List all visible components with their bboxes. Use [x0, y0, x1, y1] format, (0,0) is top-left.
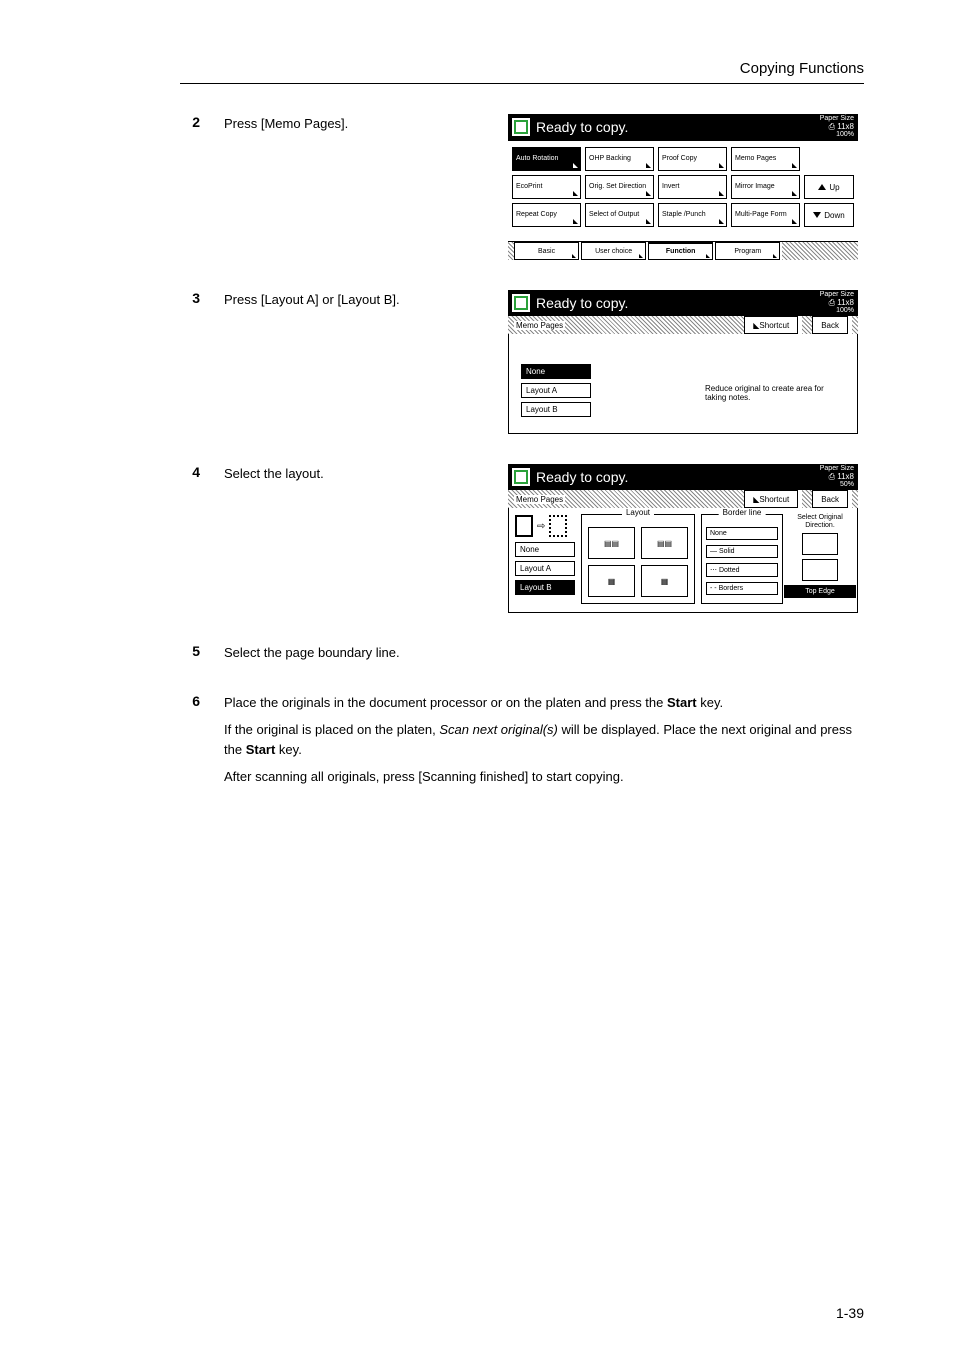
- lcd-screen-2: Ready to copy. Paper Size ⎙ 11x8 100% Me…: [508, 290, 858, 434]
- paper-icon: ⎙: [829, 472, 838, 481]
- top-edge-button[interactable]: Top Edge: [784, 585, 856, 598]
- border-borders[interactable]: - - Borders: [706, 582, 778, 595]
- page-header: Copying Functions: [180, 60, 864, 84]
- triangle-up-icon: [818, 184, 826, 190]
- tab-function[interactable]: Function: [648, 242, 713, 260]
- step-number: 3: [180, 290, 200, 306]
- step-number: 2: [180, 114, 200, 130]
- fn-multi-page-form[interactable]: Multi-Page Form: [731, 203, 800, 227]
- orientation-icon-top: [802, 533, 838, 555]
- border-solid[interactable]: — Solid: [706, 545, 778, 558]
- option-layout-a[interactable]: Layout A: [515, 561, 575, 576]
- step-number: 5: [180, 643, 200, 659]
- copy-icon: [512, 294, 530, 312]
- back-button[interactable]: Back: [812, 316, 848, 334]
- step-text: Place the originals in the document proc…: [224, 693, 864, 787]
- paper-icon: ⎙: [829, 122, 838, 131]
- zoom-value: 50%: [820, 481, 854, 489]
- option-layout-a[interactable]: Layout A: [521, 383, 591, 398]
- border-dotted[interactable]: ⋯ Dotted: [706, 563, 778, 577]
- tab-user-choice[interactable]: User choice: [581, 242, 646, 260]
- orig-direction-hint: Select Original Direction.: [789, 514, 851, 529]
- page-number: 1-39: [836, 1305, 864, 1321]
- option-layout-b[interactable]: Layout B: [521, 402, 591, 417]
- step-number: 4: [180, 464, 200, 480]
- paper-icon: ⎙: [829, 298, 838, 307]
- screen-title: Ready to copy.: [536, 469, 820, 485]
- tab-program[interactable]: Program: [715, 242, 780, 260]
- copy-icon: [512, 468, 530, 486]
- orientation-icon-left: [802, 559, 838, 581]
- zoom-value: 100%: [820, 307, 854, 315]
- lcd-screen-1: Ready to copy. Paper Size ⎙ 11x8 100% Au…: [508, 114, 858, 260]
- breadcrumb: Memo Pages: [508, 316, 744, 334]
- fn-ohp-backing[interactable]: OHP Backing: [585, 147, 654, 171]
- zoom-value: 100%: [820, 131, 854, 139]
- fn-proof-copy[interactable]: Proof Copy: [658, 147, 727, 171]
- border-none[interactable]: None: [706, 527, 778, 540]
- fn-orig-set-direction[interactable]: Orig. Set Direction: [585, 175, 654, 199]
- fn-mirror-image[interactable]: Mirror Image: [731, 175, 800, 199]
- layout-choice-3[interactable]: ▦: [588, 565, 635, 597]
- fn-ecoprint[interactable]: EcoPrint: [512, 175, 581, 199]
- triangle-down-icon: [813, 212, 821, 218]
- shortcut-button[interactable]: ◣ Shortcut: [744, 490, 798, 508]
- paper-size-value: 11x8: [837, 298, 854, 307]
- up-button[interactable]: Up: [804, 175, 854, 199]
- layout-preview: ⇨: [515, 514, 575, 538]
- fn-select-output[interactable]: Select of Output: [585, 203, 654, 227]
- option-none[interactable]: None: [515, 542, 575, 557]
- header-title: Copying Functions: [740, 60, 864, 77]
- paper-size-value: 11x8: [837, 472, 854, 481]
- down-button[interactable]: Down: [804, 203, 854, 227]
- option-none[interactable]: None: [521, 364, 591, 379]
- step-text: Press [Memo Pages].: [224, 114, 484, 134]
- layout-choice-4[interactable]: ▦: [641, 565, 688, 597]
- layout-choice-2[interactable]: ▤▤: [641, 527, 688, 559]
- border-caption: Border line: [719, 508, 766, 517]
- screen-title: Ready to copy.: [536, 119, 820, 135]
- step-text: Select the page boundary line.: [224, 643, 864, 663]
- back-button[interactable]: Back: [812, 490, 848, 508]
- paper-size-value: 11x8: [837, 122, 854, 131]
- step-text: Select the layout.: [224, 464, 484, 484]
- hint-text: Reduce original to create area for takin…: [705, 384, 845, 402]
- screen-title: Ready to copy.: [536, 295, 820, 311]
- copy-icon: [512, 118, 530, 136]
- layout-choice-1[interactable]: ▤▤: [588, 527, 635, 559]
- step-text: Press [Layout A] or [Layout B].: [224, 290, 484, 310]
- tab-basic[interactable]: Basic: [514, 242, 579, 260]
- option-layout-b[interactable]: Layout B: [515, 580, 575, 595]
- fn-repeat-copy[interactable]: Repeat Copy: [512, 203, 581, 227]
- fn-staple-punch[interactable]: Staple /Punch: [658, 203, 727, 227]
- fn-memo-pages[interactable]: Memo Pages: [731, 147, 800, 171]
- breadcrumb: Memo Pages: [508, 490, 744, 508]
- layout-caption: Layout: [622, 508, 654, 517]
- lcd-screen-3: Ready to copy. Paper Size ⎙ 11x8 50% Mem…: [508, 464, 858, 613]
- step-number: 6: [180, 693, 200, 709]
- shortcut-button[interactable]: ◣ Shortcut: [744, 316, 798, 334]
- fn-invert[interactable]: Invert: [658, 175, 727, 199]
- fn-auto-rotation[interactable]: Auto Rotation: [512, 147, 581, 171]
